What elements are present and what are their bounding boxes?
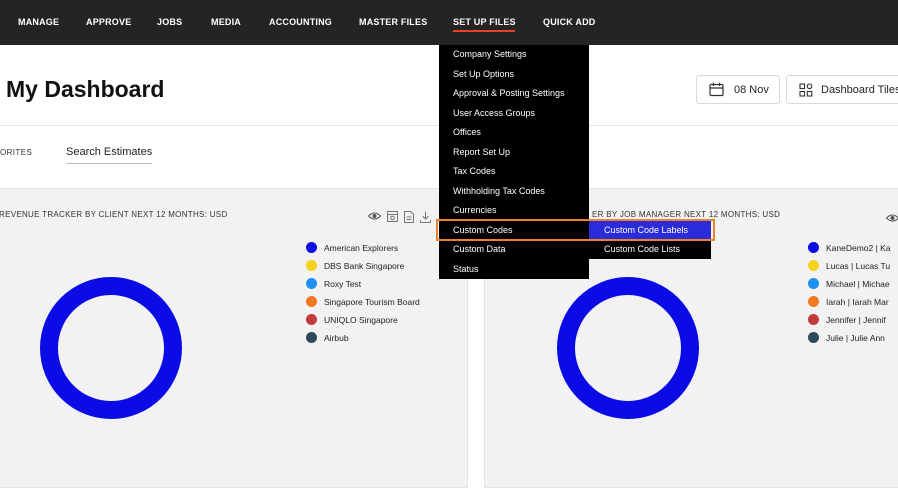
active-nav-indicator — [453, 30, 515, 32]
menu-item-custom-data[interactable]: Custom Data — [453, 244, 506, 254]
nav-master-files[interactable]: MASTER FILES — [359, 0, 427, 45]
nav-jobs[interactable]: JOBS — [157, 0, 182, 45]
menu-item-user-access-groups[interactable]: User Access Groups — [453, 108, 535, 118]
menu-item-set-up-options[interactable]: Set Up Options — [453, 69, 514, 79]
revenue-by-client-panel: REVENUE TRACKER BY CLIENT NEXT 12 MONTHS… — [0, 188, 468, 488]
tab-search-estimates[interactable]: Search Estimates — [66, 146, 153, 164]
panel-title: ER BY JOB MANAGER NEXT 12 MONTHS: USD — [592, 210, 781, 219]
legend-swatch — [808, 314, 819, 325]
date-label: 08 Nov — [734, 83, 769, 96]
set-up-files-menu: Company Settings Set Up Options Approval… — [439, 45, 589, 279]
donut-chart — [40, 277, 182, 419]
menu-item-company-settings[interactable]: Company Settings — [453, 49, 527, 59]
legend-swatch — [306, 260, 317, 271]
donut-chart — [557, 277, 699, 419]
menu-item-offices[interactable]: Offices — [453, 127, 481, 137]
nav-accounting[interactable]: ACCOUNTING — [269, 0, 332, 45]
date-picker-button[interactable]: 08 Nov — [696, 75, 780, 104]
tab-favorites[interactable]: ORITES — [0, 148, 32, 157]
eye-icon[interactable] — [886, 213, 898, 223]
nav-quick-add[interactable]: QUICK ADD — [543, 0, 595, 45]
page-title: My Dashboard — [6, 76, 165, 102]
nav-media[interactable]: MEDIA — [211, 0, 241, 45]
legend-swatch — [808, 332, 819, 343]
custom-codes-submenu: Custom Code Labels Custom Code Lists — [589, 219, 711, 259]
legend-swatch — [306, 314, 317, 325]
panel-toolbar — [368, 211, 431, 223]
legend-swatch — [306, 332, 317, 343]
legend-swatch — [808, 296, 819, 307]
calendar-icon — [709, 82, 724, 97]
download-icon[interactable] — [420, 211, 431, 223]
menu-item-custom-codes[interactable]: Custom Codes — [453, 225, 513, 235]
menu-item-report-set-up[interactable]: Report Set Up — [453, 147, 510, 157]
submenu-item-custom-code-labels[interactable]: Custom Code Labels — [589, 220, 711, 240]
legend-swatch — [808, 260, 819, 271]
eye-icon[interactable] — [368, 211, 381, 221]
document-icon[interactable] — [404, 211, 414, 223]
nav-approve[interactable]: APPROVE — [86, 0, 131, 45]
legend-swatch — [306, 278, 317, 289]
legend-swatch — [808, 242, 819, 253]
tiles-grid-icon — [799, 82, 813, 97]
table-view-icon[interactable] — [387, 211, 398, 222]
legend-swatch — [306, 242, 317, 253]
nav-manage[interactable]: MANAGE — [18, 0, 59, 45]
legend-swatch — [808, 278, 819, 289]
menu-item-status[interactable]: Status — [453, 264, 479, 274]
panel-title: REVENUE TRACKER BY CLIENT NEXT 12 MONTHS… — [0, 210, 228, 219]
nav-set-up-files[interactable]: SET UP FILES — [453, 0, 516, 45]
dashboard-tiles-button[interactable]: Dashboard Tiles — [786, 75, 898, 104]
menu-item-withholding-tax-codes[interactable]: Withholding Tax Codes — [453, 186, 545, 196]
legend-swatch — [306, 296, 317, 307]
dashboard-tiles-label: Dashboard Tiles — [821, 83, 898, 96]
menu-item-tax-codes[interactable]: Tax Codes — [453, 166, 496, 176]
top-nav: MANAGE APPROVE JOBS MEDIA ACCOUNTING MAS… — [0, 0, 898, 45]
submenu-item-custom-code-lists[interactable]: Custom Code Lists — [589, 239, 711, 259]
menu-item-currencies[interactable]: Currencies — [453, 205, 497, 215]
menu-item-approval-posting-settings[interactable]: Approval & Posting Settings — [453, 88, 565, 98]
